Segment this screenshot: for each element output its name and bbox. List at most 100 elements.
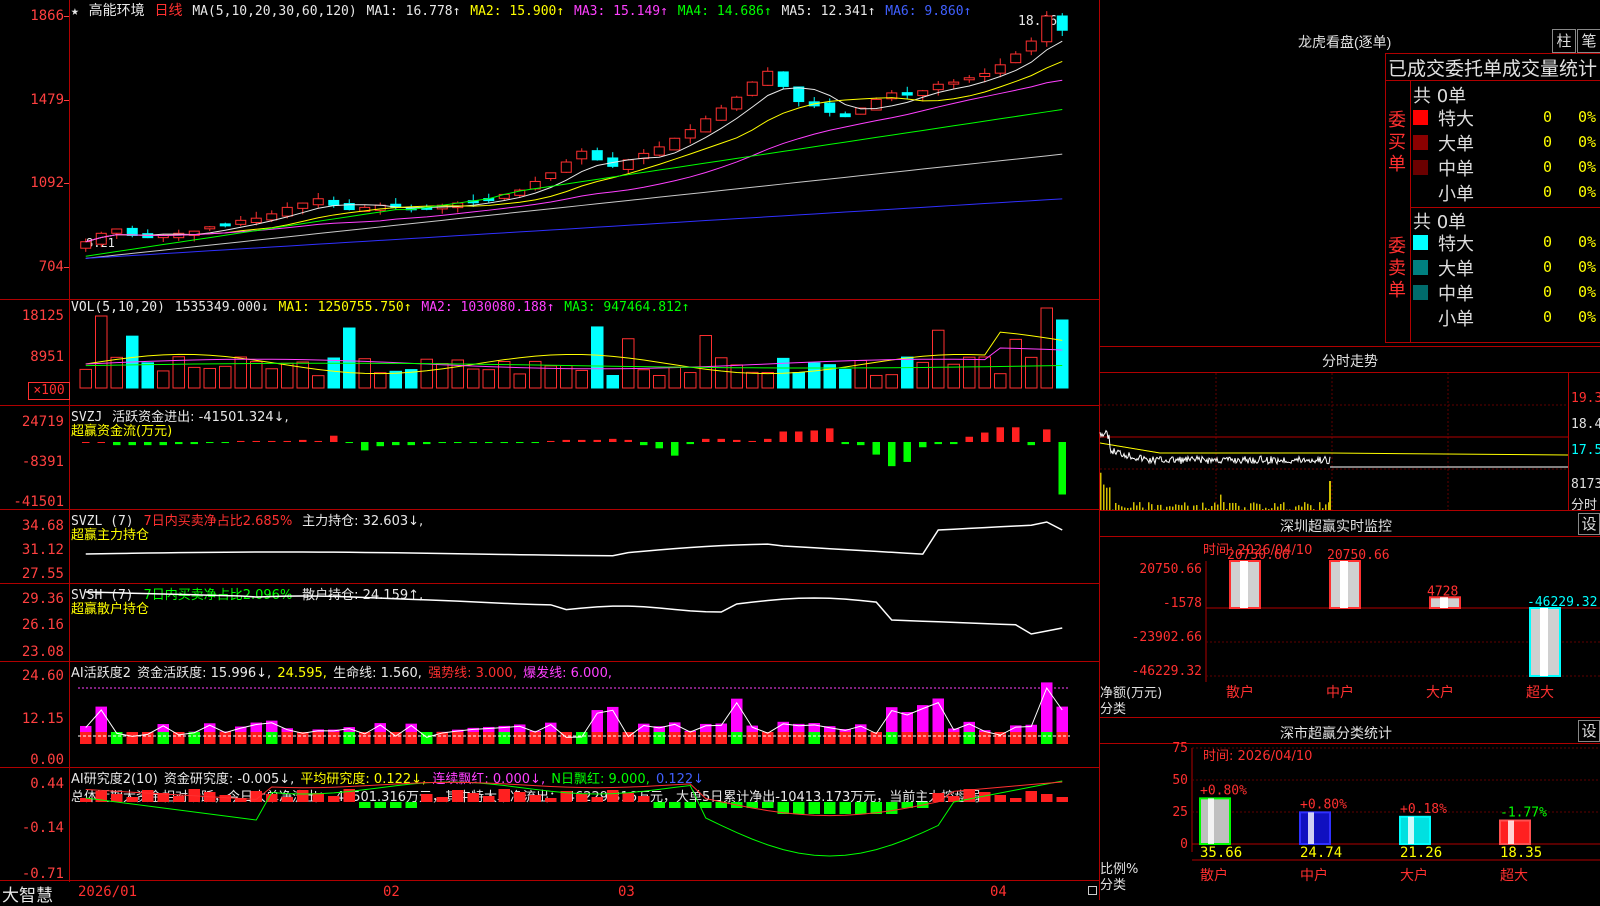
svzl-chart[interactable] bbox=[70, 510, 1099, 583]
volume-bar bbox=[871, 375, 883, 388]
svzj-bar bbox=[981, 433, 989, 442]
buy-row-name: 小单 bbox=[1438, 180, 1474, 206]
sz-monitor-bar-highlight bbox=[1540, 608, 1548, 676]
research-bar bbox=[654, 802, 666, 808]
volume-bar bbox=[297, 362, 309, 388]
volume-bar bbox=[220, 366, 232, 388]
svzj-bar bbox=[1028, 442, 1036, 445]
volume-bar bbox=[173, 357, 185, 388]
candle-body bbox=[918, 91, 928, 96]
research-bar bbox=[933, 793, 945, 802]
svzj-bar bbox=[826, 428, 834, 442]
sz-monitor-cat-label: 超大 bbox=[1526, 685, 1554, 701]
volume-bar bbox=[344, 328, 356, 388]
sz-monitor-bar-highlight bbox=[1240, 561, 1248, 608]
activity-base-bar bbox=[1041, 732, 1053, 744]
candlestick-chart[interactable] bbox=[70, 0, 1099, 299]
activity-base-bar bbox=[654, 732, 666, 744]
activity-base-bar bbox=[793, 732, 805, 744]
sz-classify-value-label: 24.74 bbox=[1300, 845, 1342, 861]
sz-monitor-cat-label: 散户 bbox=[1226, 684, 1254, 701]
svzj-bar bbox=[563, 440, 571, 442]
svsh-axis-label: 26.16 bbox=[0, 617, 64, 633]
pen-mode-button[interactable]: 笔 bbox=[1577, 29, 1600, 53]
svzj-bar bbox=[997, 427, 1005, 442]
dragon-tiger-title: 龙虎看盘(逐单) bbox=[1298, 32, 1391, 52]
intraday-volume-bar bbox=[1253, 502, 1255, 510]
candle-body bbox=[112, 229, 122, 233]
candle-body bbox=[546, 173, 556, 179]
svzj-bar bbox=[671, 442, 679, 456]
sz-monitor-settings-button[interactable]: 设 bbox=[1578, 513, 1600, 535]
svzj-bar bbox=[485, 442, 493, 443]
intraday-chart[interactable] bbox=[1100, 373, 1568, 510]
sz-classify-settings-button[interactable]: 设 bbox=[1578, 720, 1600, 742]
sz-classify-title: 深市超赢分类统计 bbox=[1280, 723, 1392, 743]
svzj-bar bbox=[98, 442, 106, 443]
intraday-volume-bar bbox=[1283, 502, 1285, 510]
vol-axis-label: 18125 bbox=[0, 308, 64, 324]
sz-classify-change-label: -1.77% bbox=[1500, 806, 1547, 821]
research-bar bbox=[297, 790, 309, 802]
research-bar bbox=[266, 794, 278, 802]
svzj-bar bbox=[253, 441, 261, 442]
intraday-volume-bar bbox=[1184, 502, 1186, 510]
intraday-volume-bar bbox=[1133, 502, 1135, 510]
volume-bar bbox=[514, 374, 526, 388]
ai-research-chart[interactable] bbox=[70, 768, 1099, 880]
bar-mode-button[interactable]: 柱 bbox=[1552, 29, 1576, 53]
candle-body bbox=[561, 162, 571, 172]
sz-classify-chart[interactable]: 7550250+0.80%35.66散户+0.80%24.74中户+0.18%2… bbox=[1100, 744, 1600, 900]
research-bar bbox=[514, 792, 526, 802]
svzj-bar bbox=[113, 442, 121, 445]
research-bar bbox=[111, 794, 123, 802]
ai-activity-chart[interactable] bbox=[70, 662, 1099, 767]
volume-bar bbox=[793, 373, 805, 388]
research-bar bbox=[576, 794, 588, 802]
svzj-chart[interactable] bbox=[70, 406, 1099, 509]
research-bar bbox=[855, 802, 867, 814]
research-bar bbox=[142, 790, 154, 802]
volume-bar bbox=[886, 375, 898, 388]
sz-classify-cat-label: 大户 bbox=[1400, 867, 1428, 884]
research-bar bbox=[359, 802, 371, 808]
price-axis-label: 1866 bbox=[0, 8, 64, 24]
volume-bar bbox=[390, 371, 402, 388]
svzl-axis-label: 31.12 bbox=[0, 542, 64, 558]
sz-classify-value-label: 21.26 bbox=[1400, 845, 1442, 861]
activity-base-bar bbox=[917, 732, 929, 744]
sell-row-name: 小单 bbox=[1438, 305, 1474, 331]
svzj-bar bbox=[191, 442, 199, 444]
activity-base-bar bbox=[80, 732, 92, 744]
activity-base-bar bbox=[933, 732, 945, 744]
candle-body bbox=[995, 65, 1005, 73]
sell-row-name: 中单 bbox=[1438, 280, 1474, 306]
activity-base-bar bbox=[127, 732, 139, 744]
svzj-bar bbox=[330, 436, 338, 442]
sz-classify-cat: 分类 bbox=[1100, 874, 1126, 893]
volume-chart[interactable] bbox=[70, 300, 1099, 405]
svzj-bar bbox=[795, 432, 803, 443]
research-bar bbox=[421, 794, 433, 802]
svzj-bar bbox=[144, 442, 152, 445]
svzj-bar bbox=[609, 439, 617, 442]
research-line-red bbox=[86, 782, 1063, 816]
activity-base-bar bbox=[731, 732, 743, 744]
activity-base-bar bbox=[855, 732, 867, 744]
svzj-bar bbox=[82, 442, 90, 443]
candle-body bbox=[1011, 54, 1021, 63]
volume-bar bbox=[731, 365, 743, 388]
lock-icon[interactable] bbox=[1088, 886, 1097, 895]
svzj-bar bbox=[408, 442, 416, 445]
intraday-y-label: 81736 bbox=[1571, 477, 1600, 492]
svzj-bar bbox=[873, 442, 881, 455]
svzj-bar bbox=[268, 441, 276, 442]
research-bar bbox=[530, 795, 542, 802]
svzj-bar bbox=[439, 442, 447, 443]
svzj-bar bbox=[470, 442, 478, 443]
svzj-bar bbox=[656, 442, 664, 448]
svzl-axis-label: 34.68 bbox=[0, 518, 64, 534]
candle-body bbox=[298, 203, 308, 208]
sz-monitor-chart[interactable]: 20750.66-1578-23902.66-46229.3220750.66散… bbox=[1100, 537, 1600, 717]
svsh-chart[interactable] bbox=[70, 584, 1099, 661]
